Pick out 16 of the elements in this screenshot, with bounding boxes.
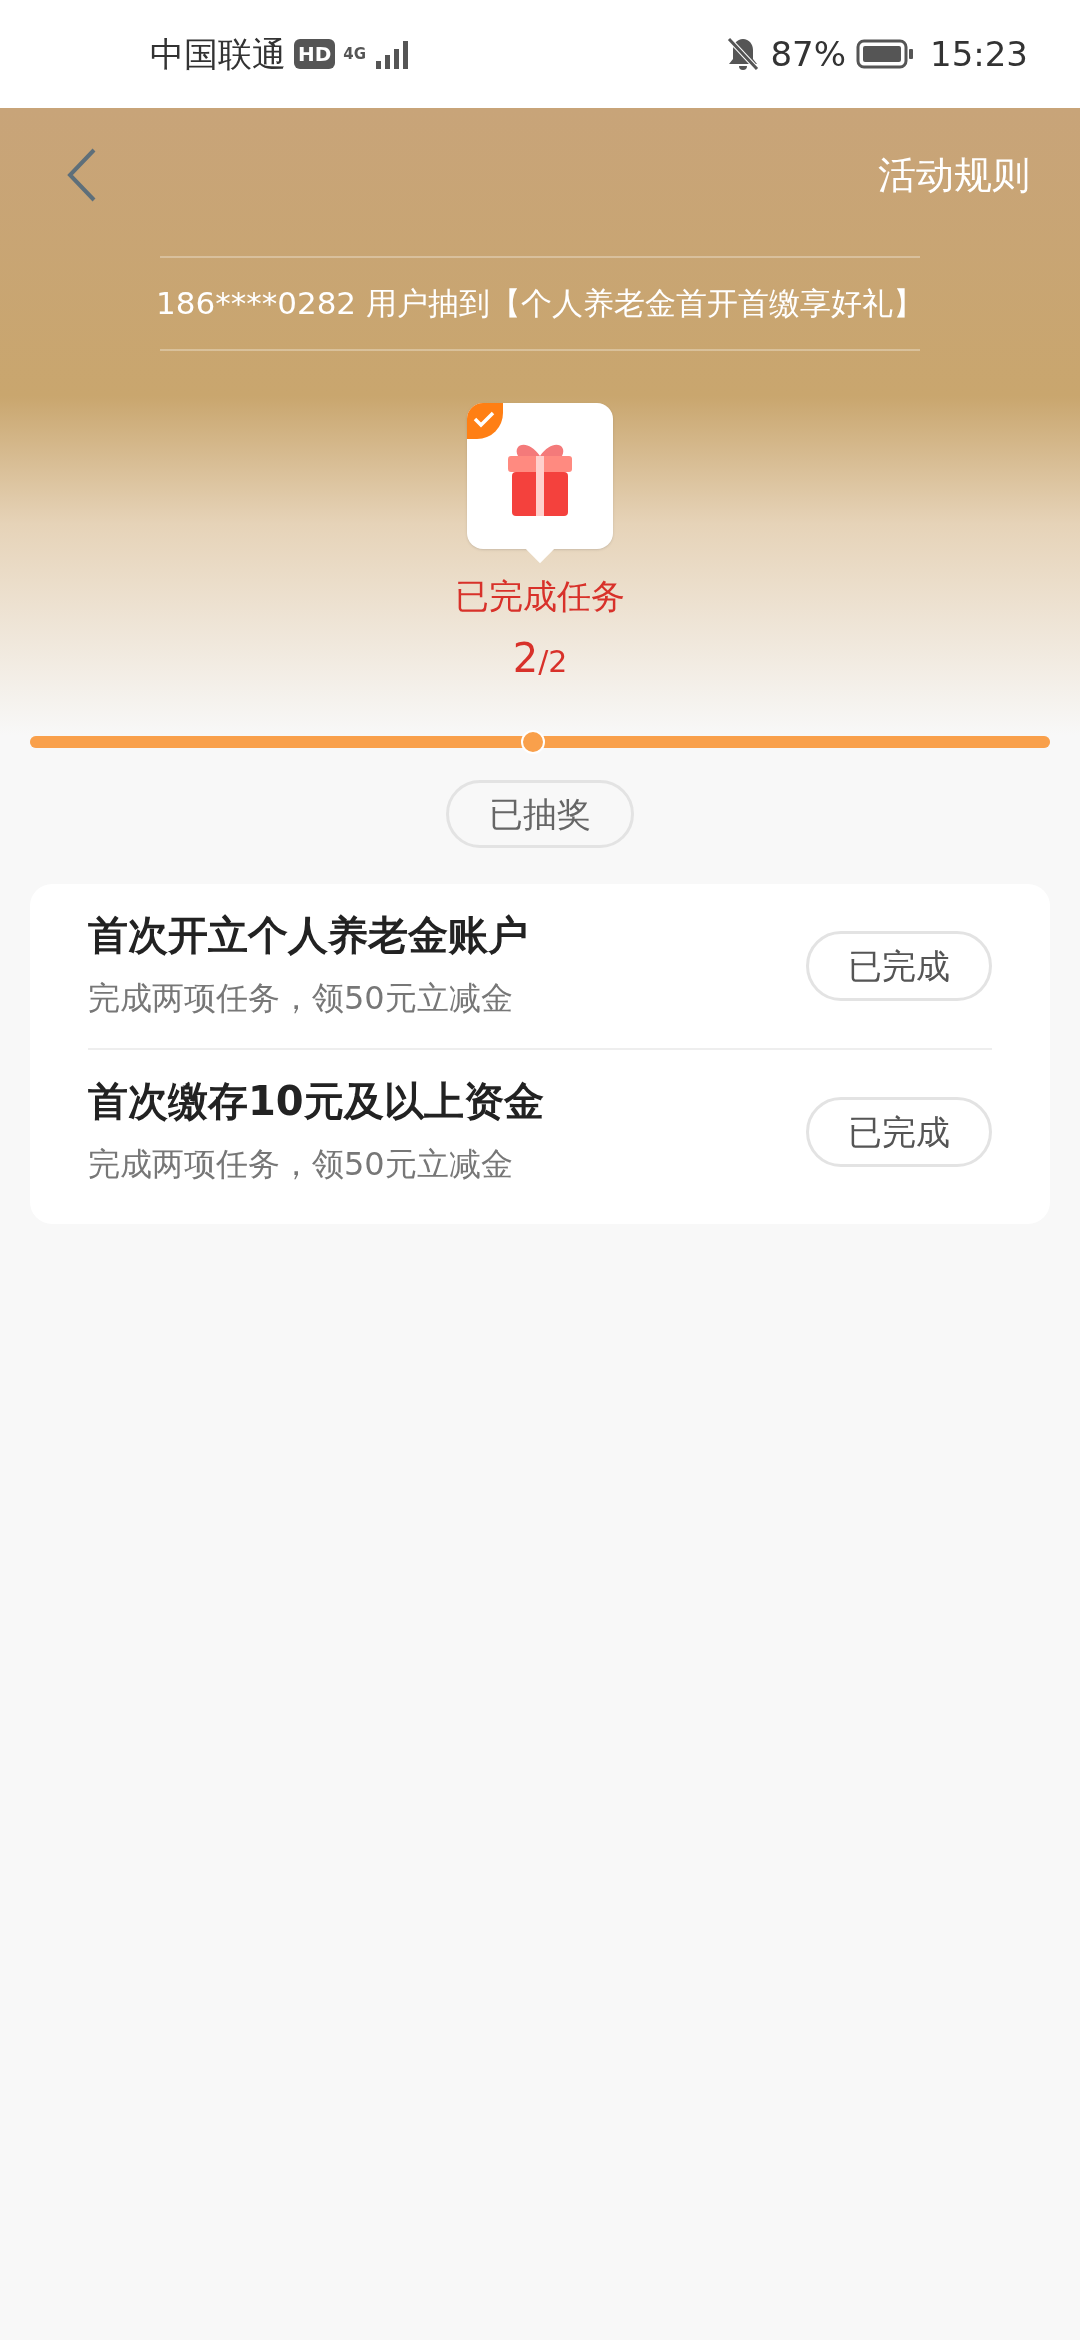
task-title: 首次开立个人养老金账户 [88, 911, 528, 960]
milestone-label: 已完成任务 [455, 574, 625, 618]
network-type: 4G [343, 46, 367, 62]
clock-time: 15:23 [930, 32, 1028, 76]
carrier-name: 中国联通 [150, 32, 286, 76]
task-title: 首次缴存10元及以上资金 [88, 1077, 544, 1126]
task-status-button[interactable]: 已完成 [806, 1097, 992, 1167]
progress-total: /2 [538, 643, 568, 681]
task-subtitle: 完成两项任务，领50元立减金 [88, 1144, 514, 1185]
task-status-button[interactable]: 已完成 [806, 931, 992, 1001]
battery-icon [856, 39, 914, 69]
hd-badge: HD [294, 39, 336, 69]
winner-ticker: 186****0282 用户抽到【个人养老金首开首缴享好礼】 [156, 284, 924, 323]
task-subtitle: 完成两项任务，领50元立减金 [88, 978, 514, 1019]
progress-count: 2 [512, 633, 539, 683]
battery-percent: 87% [770, 32, 846, 76]
